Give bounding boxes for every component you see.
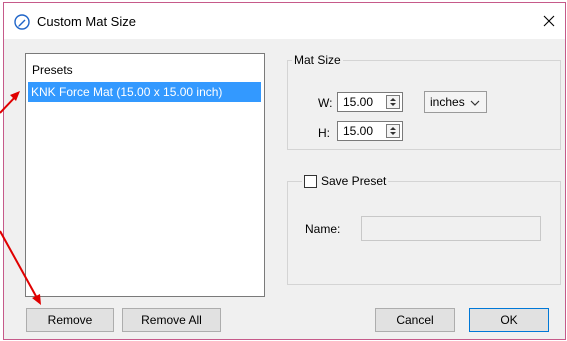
annotation-arrow-presets [0,91,20,114]
annotation-arrow-remove [0,230,41,305]
annotation-overlay [0,91,41,305]
